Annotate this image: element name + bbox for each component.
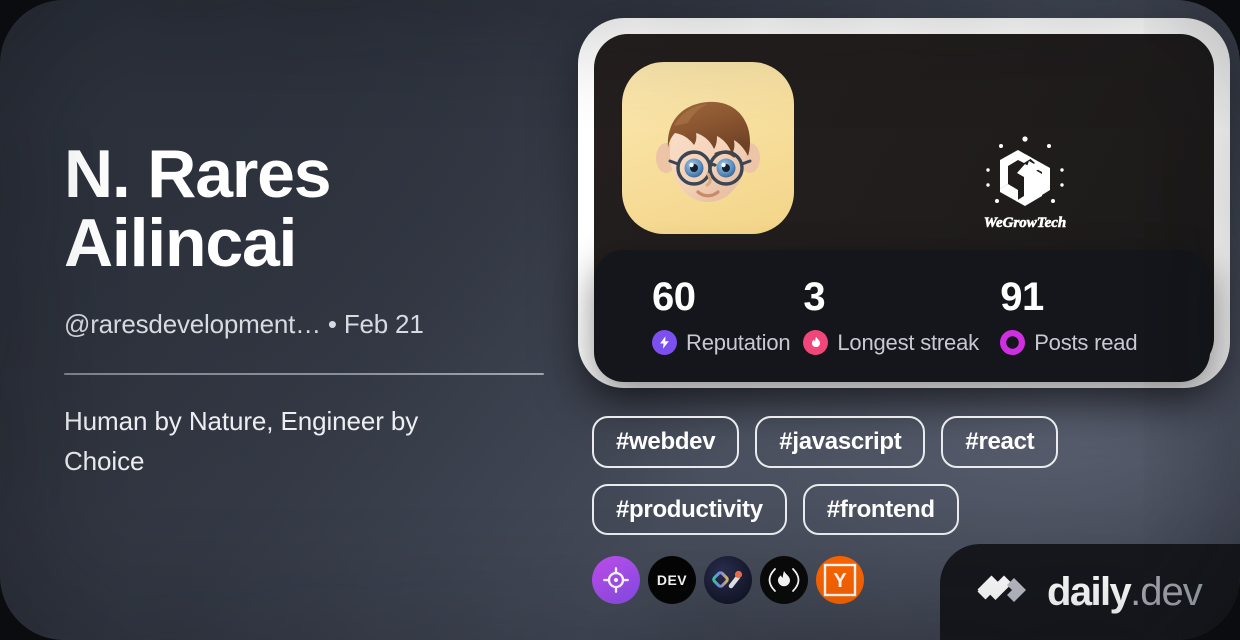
stat-value: 91 (1000, 274, 1044, 319)
tag-chip[interactable]: #productivity (592, 483, 787, 536)
stat-value: 60 (652, 274, 696, 319)
profile-bio: Human by Nature, Engineer by Choice (64, 405, 419, 477)
wegrowtech-logo-text: WeGrowTech (984, 215, 1067, 231)
tag-chip[interactable]: #javascript (755, 416, 926, 468)
stat-label: Posts read (1034, 329, 1138, 355)
streak-flame-icon (803, 330, 829, 355)
stat-label-row: Posts read (1000, 330, 1180, 356)
tag-chip[interactable]: #frontend (802, 483, 959, 536)
flame-source-icon[interactable] (760, 556, 808, 604)
tag-list: #webdev #javascript #react #productivity… (592, 416, 1192, 536)
profile-handle: @raresdevelopment… (64, 308, 321, 339)
meta-separator: • (327, 308, 337, 339)
tag-chip[interactable]: #webdev (592, 416, 740, 468)
wegrowtech-logo: WeGrowTech (970, 130, 1080, 240)
stats-panel: 60 Reputation 3 Longest streak 91 Posts … (594, 250, 1210, 382)
hacker-news-source-icon[interactable]: Y (816, 556, 864, 604)
dailydev-wordmark-suffix: .dev (1130, 570, 1203, 614)
stat-label-row: Reputation (652, 330, 803, 356)
dailydev-wordmark: daily.dev (1047, 570, 1203, 614)
tag-chip[interactable]: #react (941, 416, 1059, 468)
stat-label: Longest streak (837, 329, 979, 355)
svg-text:DEV: DEV (657, 572, 687, 588)
stat-longest-streak: 3 Longest streak (803, 277, 1000, 356)
stat-label: Reputation (686, 329, 791, 355)
svg-text:Y: Y (833, 570, 847, 592)
target-source-icon[interactable] (592, 556, 640, 604)
stat-reputation: 60 Reputation (652, 277, 803, 356)
avatar (622, 62, 794, 234)
source-icon-list: DEV Y (592, 556, 864, 604)
stat-value: 3 (803, 274, 826, 319)
daily-source-icon[interactable] (704, 556, 752, 604)
section-divider (64, 372, 544, 375)
posts-read-icon (1000, 330, 1026, 355)
profile-info-column: N. Rares Ailincai @raresdevelopment… • Feb… (64, 136, 564, 481)
dev-to-source-icon[interactable]: DEV (648, 556, 696, 604)
stat-label-row: Longest streak (803, 330, 1000, 356)
dailydev-wordmark-primary: daily (1047, 570, 1132, 614)
profile-joined-date: Feb 21 (343, 308, 424, 339)
profile-name: N. Rares Ailincai (64, 136, 332, 282)
profile-meta-row: @raresdevelopment… • Feb 21 (64, 309, 564, 340)
reputation-bolt-icon (652, 330, 677, 355)
profile-share-card: N. Rares Ailincai @raresdevelopment… • Feb… (0, 0, 1240, 640)
stat-posts-read: 91 Posts read (1000, 277, 1180, 356)
dailydev-watermark: daily.dev (940, 544, 1240, 640)
dailydev-logo-icon (974, 572, 1030, 612)
